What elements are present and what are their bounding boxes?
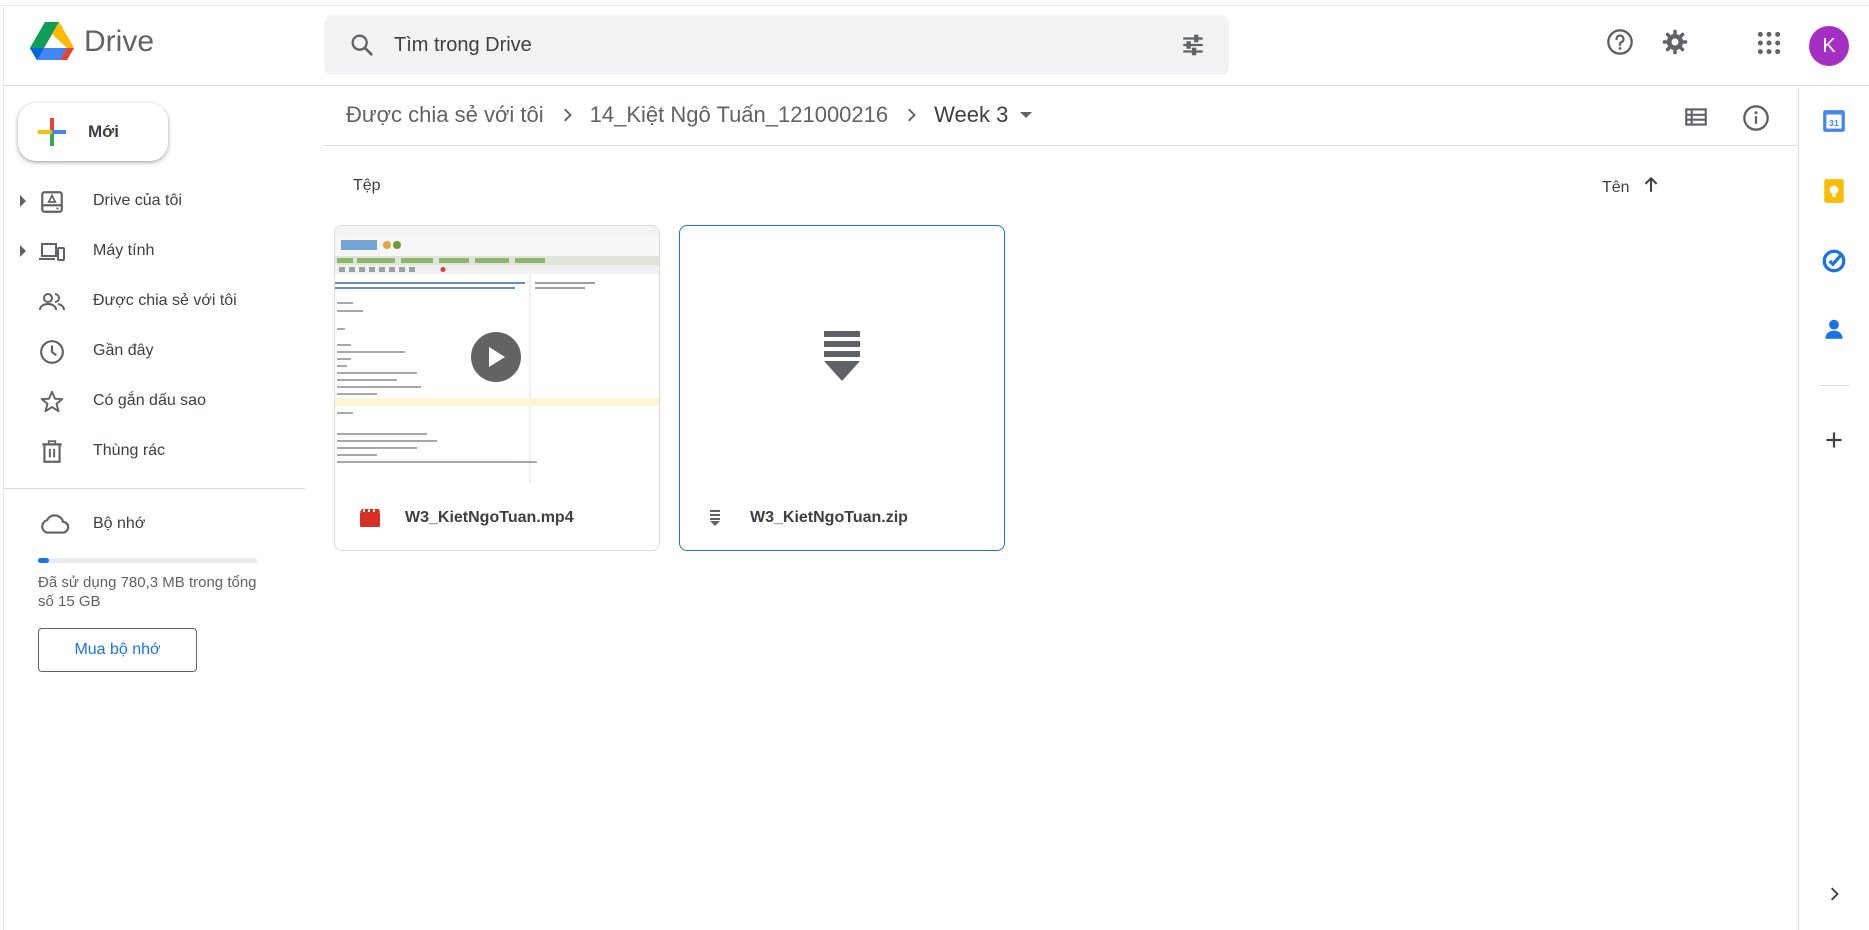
keep-notes-icon[interactable] — [1821, 178, 1847, 209]
expand-caret-icon[interactable] — [20, 195, 26, 207]
chevron-right-icon — [560, 108, 574, 122]
storage-label[interactable]: Bộ nhớ — [93, 515, 145, 533]
video-file-icon — [359, 507, 381, 529]
sidebar-item-trash[interactable]: Thùng rác — [0, 426, 305, 476]
file-card-video[interactable]: W3_KietNgoTuan.mp4 — [334, 225, 660, 551]
video-thumbnail — [335, 226, 659, 484]
calendar-icon[interactable]: 31 — [1821, 108, 1847, 139]
sidebar-item-label: Gần đây — [93, 342, 154, 359]
rail-divider — [1819, 385, 1849, 386]
apps-grid-icon[interactable] — [1756, 30, 1782, 61]
drive-logo-text: Drive — [84, 25, 155, 58]
search-bar[interactable] — [324, 15, 1229, 75]
sidebar-divider — [4, 488, 305, 489]
files-section-label: Tệp — [353, 177, 381, 194]
file-card-zip[interactable]: W3_KietNgoTuan.zip — [679, 225, 1005, 551]
sidebar-item-label: Được chia sẻ với tôi — [93, 292, 237, 309]
details-info-icon[interactable] — [1742, 104, 1770, 137]
expand-panel-chevron-icon[interactable] — [1827, 886, 1841, 907]
shared-people-icon — [38, 288, 66, 316]
sidebar-item-label: Drive của tôi — [93, 192, 182, 209]
drive-logo-icon — [30, 22, 74, 60]
computers-icon — [38, 238, 66, 266]
zip-large-icon — [824, 331, 860, 381]
main-toolbar: Được chia sẻ với tôi 14_Kiệt Ngô Tuấn_12… — [324, 88, 1798, 146]
zip-thumbnail — [680, 226, 1004, 484]
storage-used-text: Đã sử dụng 780,3 MB trong tổng số 15 GB — [38, 574, 257, 610]
search-input[interactable] — [394, 29, 1094, 61]
top-header: Drive K — [4, 6, 1869, 86]
storage-progress-fill — [38, 558, 50, 563]
contacts-icon[interactable] — [1821, 316, 1847, 347]
breadcrumb-current-folder[interactable]: Week 3 — [934, 102, 1008, 128]
new-button[interactable]: Mới — [18, 103, 168, 161]
search-icon[interactable] — [348, 31, 376, 64]
clock-icon — [38, 338, 66, 366]
add-addon-plus-icon[interactable] — [1821, 427, 1847, 458]
file-caption: W3_KietNgoTuan.zip — [680, 484, 1004, 550]
sidebar-item-starred[interactable]: Có gắn dấu sao — [0, 376, 305, 426]
breadcrumb-item[interactable]: 14_Kiệt Ngô Tuấn_121000216 — [590, 102, 888, 128]
search-options-icon[interactable] — [1179, 32, 1207, 63]
colorful-plus-icon — [38, 118, 66, 146]
svg-text:31: 31 — [1829, 118, 1839, 128]
sidebar-item-computers[interactable]: Máy tính — [0, 226, 305, 276]
sort-ascending-arrow-icon[interactable] — [1642, 176, 1660, 199]
file-name: W3_KietNgoTuan.mp4 — [405, 509, 574, 526]
breadcrumb-item[interactable]: Được chia sẻ với tôi — [346, 102, 544, 128]
chevron-right-icon — [904, 108, 918, 122]
trash-icon — [38, 438, 66, 466]
sidebar-item-label: Thùng rác — [93, 442, 166, 459]
sort-label[interactable]: Tên — [1602, 179, 1630, 197]
buy-storage-button[interactable]: Mua bộ nhớ — [38, 628, 197, 672]
breadcrumb: Được chia sẻ với tôi 14_Kiệt Ngô Tuấn_12… — [346, 102, 1033, 128]
help-icon[interactable] — [1606, 28, 1634, 61]
file-caption: W3_KietNgoTuan.mp4 — [335, 484, 659, 550]
tasks-icon[interactable] — [1821, 248, 1847, 279]
file-name: W3_KietNgoTuan.zip — [750, 509, 908, 526]
sidebar-item-shared-with-me[interactable]: Được chia sẻ với tôi — [0, 276, 305, 326]
account-avatar[interactable]: K — [1809, 26, 1849, 66]
star-icon — [38, 388, 66, 416]
my-drive-icon — [38, 188, 66, 216]
play-button-icon[interactable] — [471, 332, 521, 382]
storage-progress-bar — [38, 558, 257, 563]
sort-by-name[interactable]: Tên — [1602, 176, 1660, 199]
new-button-label: Mới — [88, 122, 119, 141]
folder-dropdown-arrow-icon[interactable] — [1020, 112, 1033, 118]
sidebar-item-my-drive[interactable]: Drive của tôi — [0, 176, 305, 226]
cloud-icon — [38, 511, 70, 542]
sidebar-item-label: Máy tính — [93, 242, 155, 259]
zip-file-icon — [704, 507, 726, 529]
sidebar-item-label: Có gắn dấu sao — [93, 392, 206, 409]
list-view-icon[interactable] — [1682, 104, 1710, 135]
drive-logo[interactable]: Drive — [30, 22, 154, 62]
side-panel-rail: 31 — [1798, 88, 1869, 930]
sidebar-nav: Drive của tôi Máy tính Được chia sẻ với … — [0, 176, 305, 476]
expand-caret-icon[interactable] — [20, 245, 26, 257]
sidebar-item-recent[interactable]: Gần đây — [0, 326, 305, 376]
settings-gear-icon[interactable] — [1661, 28, 1689, 61]
